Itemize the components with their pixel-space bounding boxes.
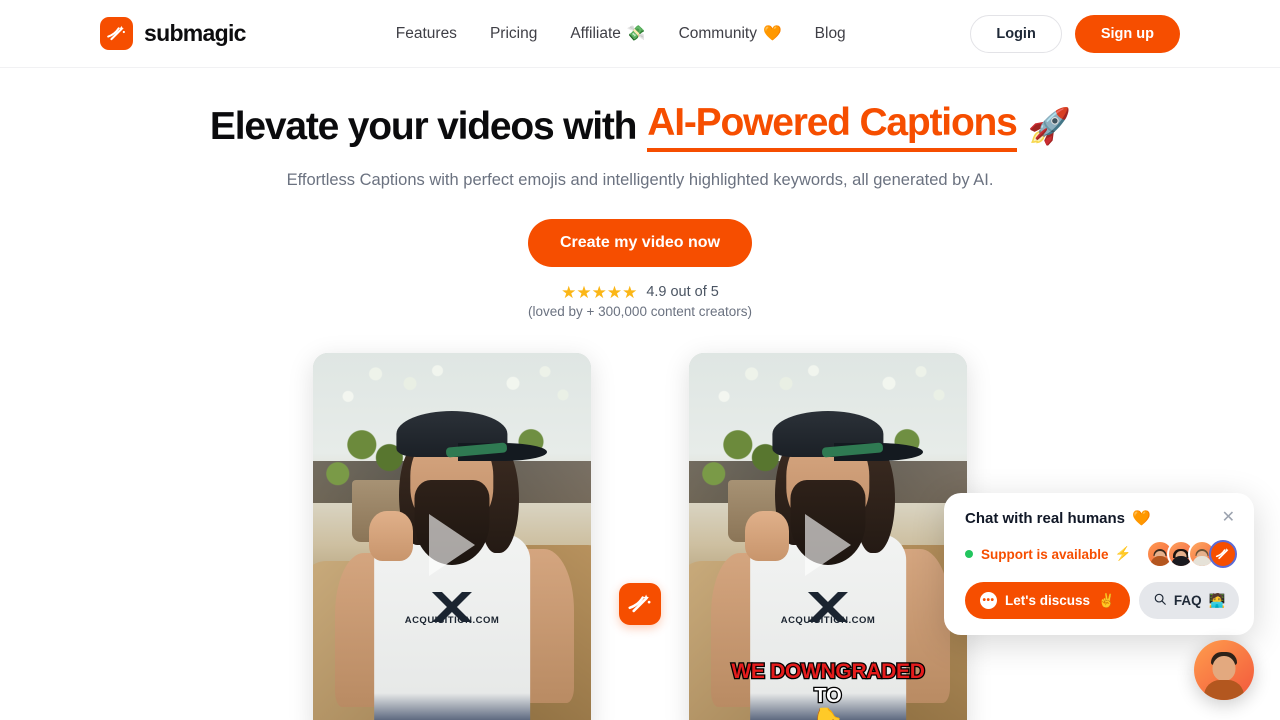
headline-accent: AI-Powered Captions — [647, 101, 1018, 152]
money-wings-icon: 💸 — [626, 25, 646, 42]
hero-cta-wrapper: Create my video now — [0, 218, 1280, 267]
agent-avatars — [1146, 540, 1237, 568]
create-video-button[interactable]: Create my video now — [527, 218, 753, 267]
chat-bubble-icon: ••• — [980, 592, 997, 609]
video-divider — [591, 353, 689, 625]
brand-logo[interactable]: submagic — [100, 17, 246, 50]
nav-label: Blog — [814, 24, 846, 42]
lightning-icon: ⚡ — [1114, 546, 1132, 561]
lets-discuss-label: Let's discuss — [1005, 593, 1090, 608]
chat-title: Chat with real humans 🧡 — [965, 509, 1151, 528]
chat-status-text: Support is available — [981, 546, 1109, 562]
online-status-dot — [965, 550, 973, 558]
chat-header: Chat with real humans 🧡 ✕ — [965, 509, 1237, 528]
login-button[interactable]: Login — [970, 14, 1062, 53]
orange-heart-icon: 🧡 — [762, 25, 782, 42]
close-icon[interactable]: ✕ — [1220, 509, 1237, 527]
submagic-bot-avatar — [1209, 540, 1237, 568]
main-navigation: Features Pricing Affiliate 💸 Community 🧡… — [396, 25, 846, 43]
before-video-card[interactable]: ACQUISITION.COM — [313, 352, 591, 720]
caption-line-1: WE DOWNGRADED — [730, 659, 926, 684]
nav-item-features[interactable]: Features — [396, 25, 457, 43]
play-icon[interactable] — [429, 514, 475, 577]
play-icon[interactable] — [805, 514, 851, 577]
lets-discuss-button[interactable]: ••• Let's discuss ✌️ — [965, 582, 1130, 619]
rating-block: ★★★★★ 4.9 out of 5 (loved by + 300,000 c… — [0, 284, 1280, 319]
auth-actions: Login Sign up — [970, 14, 1180, 53]
shirt-text: ACQUISITION.COM — [780, 614, 876, 626]
nav-label: Pricing — [489, 24, 538, 42]
page-title: Elevate your videos with AI-Powered Capt… — [0, 101, 1280, 152]
chat-status-row: Support is available ⚡ — [965, 540, 1237, 568]
submagic-logo-icon — [619, 582, 661, 625]
headline-plain: Elevate your videos with — [209, 104, 638, 148]
nav-label: Features — [395, 24, 457, 42]
nav-item-pricing[interactable]: Pricing — [490, 25, 537, 43]
magic-wand-icon — [100, 17, 133, 50]
site-header: submagic Features Pricing Affiliate 💸 Co… — [0, 0, 1280, 68]
technologist-icon: 🧑‍💻 — [1208, 592, 1226, 608]
signup-button[interactable]: Sign up — [1074, 14, 1180, 53]
brand-name: submagic — [144, 20, 246, 46]
search-icon — [1153, 592, 1167, 609]
after-video-card[interactable]: ACQUISITION.COM WE DOWNGRADED TO 👇 — [689, 352, 967, 720]
video-captions: WE DOWNGRADED TO 👇 — [689, 659, 967, 720]
rocket-icon: 🚀 — [1027, 107, 1072, 147]
rating-row: ★★★★★ 4.9 out of 5 — [561, 284, 719, 301]
faq-button[interactable]: FAQ 🧑‍💻 — [1138, 582, 1240, 619]
chat-widget: Chat with real humans 🧡 ✕ Support is ava… — [944, 493, 1254, 635]
rating-subtext: (loved by + 300,000 content creators) — [527, 303, 752, 319]
chat-actions: ••• Let's discuss ✌️ FAQ 🧑‍💻 — [965, 582, 1240, 619]
star-rating-icon: ★★★★★ — [561, 282, 638, 302]
nav-item-affiliate[interactable]: Affiliate 💸 — [570, 25, 645, 43]
nav-label: Affiliate — [570, 24, 621, 42]
nav-item-blog[interactable]: Blog — [815, 25, 846, 43]
orange-heart-icon: 🧡 — [1132, 510, 1151, 527]
chat-status: Support is available ⚡ — [981, 546, 1131, 562]
caption-line-2: TO — [813, 684, 843, 708]
support-agent-avatar[interactable] — [1194, 640, 1254, 700]
shirt-text: ACQUISITION.COM — [404, 614, 500, 626]
point-down-icon: 👇 — [689, 708, 967, 720]
nav-label: Community — [678, 24, 757, 42]
chat-title-text: Chat with real humans — [965, 509, 1126, 527]
faq-label: FAQ — [1173, 593, 1202, 608]
peace-hand-icon: ✌️ — [1098, 592, 1115, 608]
rating-score: 4.9 out of 5 — [646, 284, 719, 301]
hero-subheadline: Effortless Captions with perfect emojis … — [286, 170, 994, 189]
nav-item-community[interactable]: Community 🧡 — [679, 25, 782, 43]
